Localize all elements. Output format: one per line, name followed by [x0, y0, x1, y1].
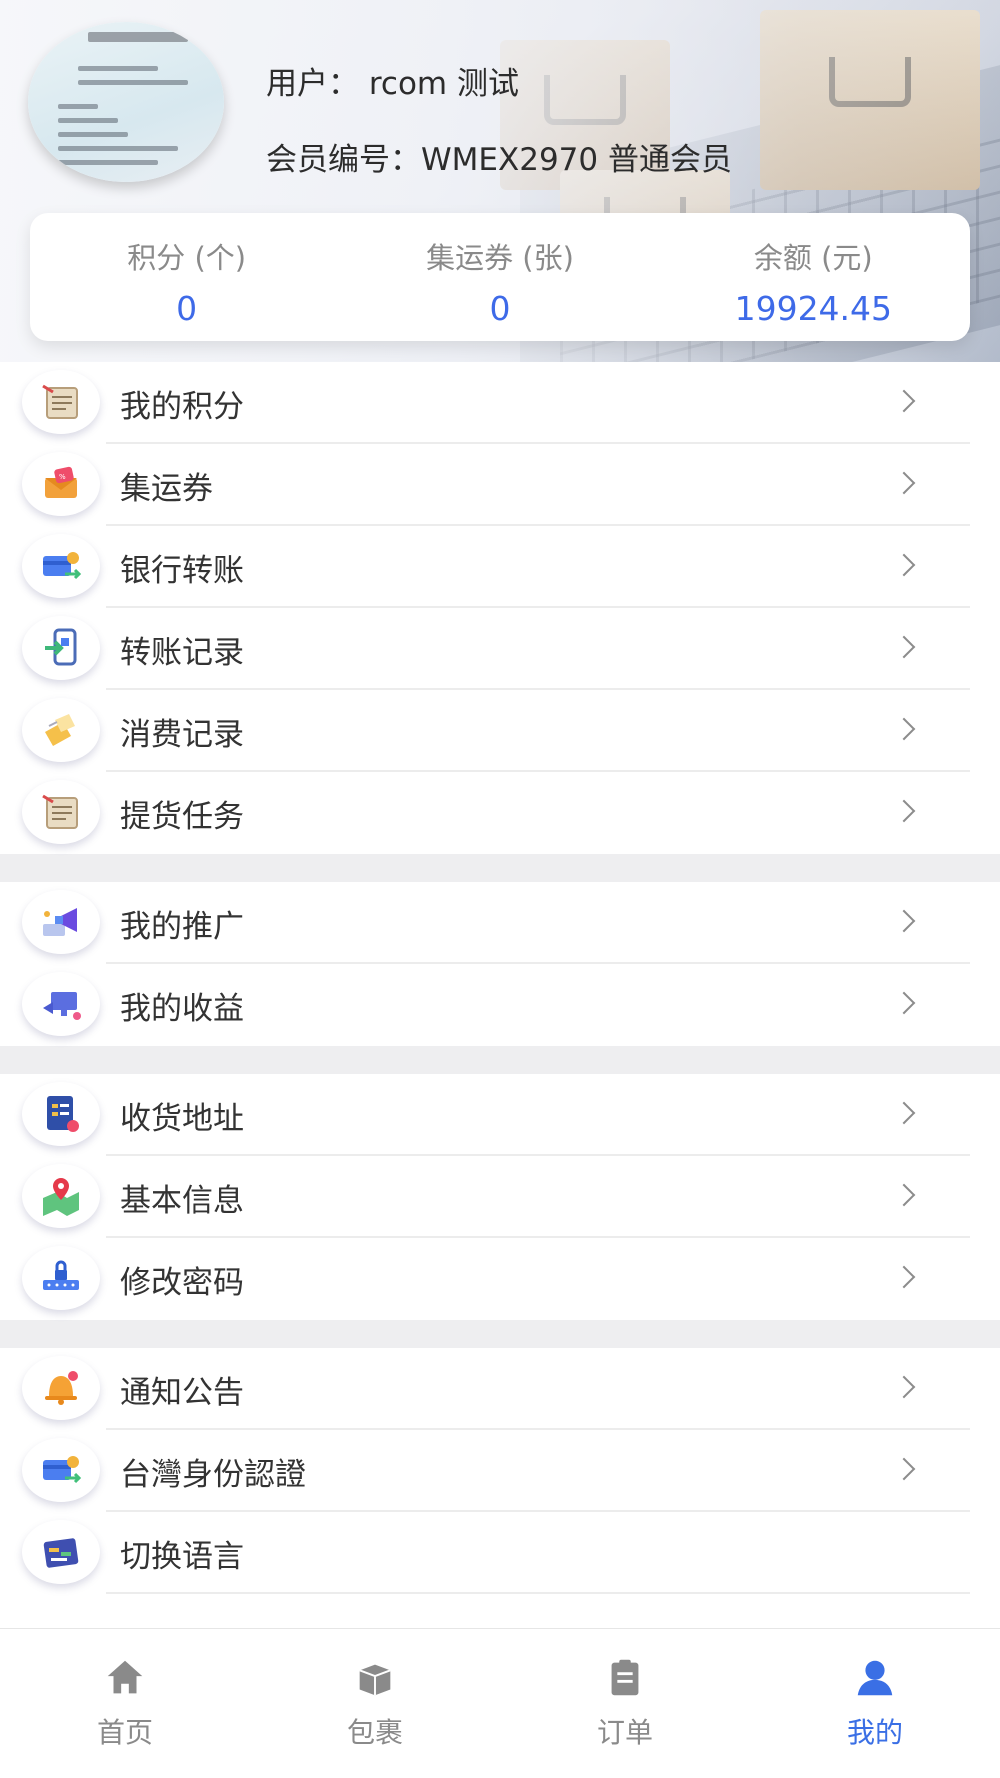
coupon-icon: % [22, 452, 100, 516]
chevron-right-icon [892, 1375, 916, 1399]
bottom-tab-bar: 首页 包裹 订单 我的 [0, 1628, 1000, 1778]
section-divider [0, 854, 1000, 882]
menu-item-my-promotion[interactable]: 我的推广 [0, 882, 1000, 964]
member-id-text: 会员编号：WMEX2970 普通会员 [266, 142, 732, 178]
menu-item-label: 我的收益 [120, 990, 244, 1027]
stat-value: 0 [176, 289, 198, 328]
menu-item-label: 收货地址 [120, 1100, 244, 1137]
notepad-icon [22, 370, 100, 434]
menu-item-coupons[interactable]: % 集运券 [0, 444, 1000, 526]
menu-item-bank-transfer[interactable]: 银行转账 [0, 526, 1000, 608]
section-divider [0, 1320, 1000, 1348]
menu-group-settings: 通知公告 台灣身份認證 切换语言 [0, 1348, 1000, 1594]
stat-balance[interactable]: 余额 (元) 19924.45 [657, 213, 970, 341]
tab-label: 我的 [846, 1716, 903, 1749]
menu-item-my-earnings[interactable]: 我的收益 [0, 964, 1000, 1046]
chevron-right-icon [892, 1457, 916, 1481]
user-name-text: 用户： rcom 测试 [266, 66, 519, 102]
bell-icon [22, 1356, 100, 1420]
menu-item-label: 转账记录 [120, 634, 244, 671]
chevron-right-icon [892, 909, 916, 933]
menu-group-promotion: 我的推广 我的收益 [0, 882, 1000, 1046]
chevron-right-icon [892, 553, 916, 577]
tab-mine[interactable]: 我的 [750, 1629, 1000, 1778]
stat-coupons[interactable]: 集运券 (张) 0 [343, 213, 656, 341]
stat-label: 余额 (元) [753, 241, 873, 275]
chevron-right-icon [892, 1265, 916, 1289]
stat-value: 19924.45 [734, 289, 893, 328]
section-divider [0, 1046, 1000, 1074]
lock-icon [22, 1246, 100, 1310]
menu-item-change-password[interactable]: 修改密码 [0, 1238, 1000, 1320]
menu-item-label: 通知公告 [120, 1374, 244, 1411]
folder-icon [22, 698, 100, 762]
menu-item-label: 台灣身份認證 [120, 1456, 306, 1493]
tab-label: 订单 [596, 1716, 653, 1749]
notepad-icon [22, 780, 100, 844]
stats-card: 积分 (个) 0 集运券 (张) 0 余额 (元) 19924.45 [30, 213, 970, 341]
language-icon [22, 1520, 100, 1584]
svg-text:%: % [59, 473, 66, 481]
menu-item-transfer-records[interactable]: 转账记录 [0, 608, 1000, 690]
menu-item-notices[interactable]: 通知公告 [0, 1348, 1000, 1430]
chevron-right-icon [892, 717, 916, 741]
tab-packages[interactable]: 包裹 [250, 1629, 500, 1778]
menu-item-my-points[interactable]: 我的积分 [0, 362, 1000, 444]
stat-label: 积分 (个) [127, 241, 247, 275]
package-icon [359, 1664, 391, 1696]
id-card-icon [22, 1438, 100, 1502]
chevron-right-icon [892, 635, 916, 659]
user-icon [857, 1660, 893, 1696]
menu-item-switch-language[interactable]: 切换语言 [0, 1512, 1000, 1594]
order-icon [611, 1659, 639, 1696]
chevron-right-icon [892, 799, 916, 823]
id-card-image [28, 22, 224, 182]
earnings-icon [22, 972, 100, 1036]
menu-item-taiwan-id-verification[interactable]: 台灣身份認證 [0, 1430, 1000, 1512]
menu-item-label: 修改密码 [120, 1264, 244, 1301]
menu-item-label: 切换语言 [120, 1538, 244, 1575]
menu-item-label: 消费记录 [120, 716, 244, 753]
home-icon [107, 1660, 143, 1694]
menu-item-shipping-address[interactable]: 收货地址 [0, 1074, 1000, 1156]
menu-group-account: 我的积分 % 集运券 银行转账 转账记录 消费记录 提货任务 [0, 362, 1000, 854]
menu-item-label: 我的积分 [120, 388, 244, 425]
chevron-right-icon [892, 991, 916, 1015]
menu-item-label: 我的推广 [120, 908, 244, 945]
chevron-right-icon [892, 1183, 916, 1207]
chevron-right-icon [892, 389, 916, 413]
menu-item-label: 提货任务 [120, 798, 244, 835]
menu-group-profile: 收货地址 基本信息 修改密码 [0, 1074, 1000, 1320]
tab-orders[interactable]: 订单 [500, 1629, 750, 1778]
profile-page: 用户： rcom 测试 会员编号：WMEX2970 普通会员 积分 (个) 0 … [0, 0, 1000, 1778]
menu-item-label: 集运券 [120, 470, 213, 507]
avatar[interactable] [28, 22, 224, 182]
menu-item-label: 银行转账 [120, 552, 244, 589]
stat-label: 集运券 (张) [426, 241, 574, 275]
menu-item-label: 基本信息 [120, 1182, 244, 1219]
tab-label: 包裹 [346, 1716, 403, 1749]
tab-label: 首页 [96, 1716, 153, 1749]
tab-home[interactable]: 首页 [0, 1629, 250, 1778]
address-list-icon [22, 1082, 100, 1146]
menu-list: 我的积分 % 集运券 银行转账 转账记录 消费记录 提货任务 我的推广 我的收益… [0, 362, 1000, 1594]
bank-card-icon [22, 534, 100, 598]
menu-item-pickup-tasks[interactable]: 提货任务 [0, 772, 1000, 854]
profile-header: 用户： rcom 测试 会员编号：WMEX2970 普通会员 积分 (个) 0 … [0, 0, 1000, 362]
transfer-record-icon [22, 616, 100, 680]
megaphone-icon [22, 890, 100, 954]
stat-value: 0 [489, 289, 511, 328]
chevron-right-icon [892, 471, 916, 495]
map-pin-icon [22, 1164, 100, 1228]
stat-points[interactable]: 积分 (个) 0 [30, 213, 343, 341]
menu-item-basic-info[interactable]: 基本信息 [0, 1156, 1000, 1238]
chevron-right-icon [892, 1101, 916, 1125]
menu-item-spending-records[interactable]: 消费记录 [0, 690, 1000, 772]
